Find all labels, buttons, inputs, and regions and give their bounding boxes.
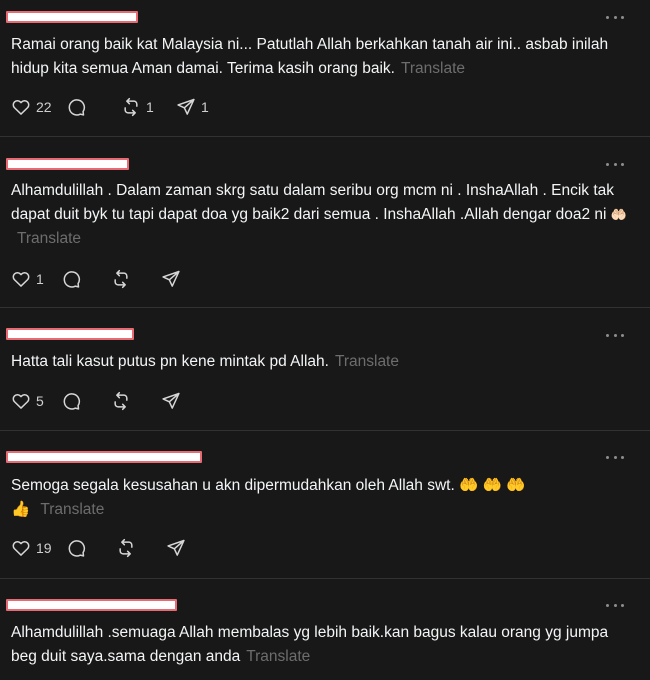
- more-dot-icon: [613, 15, 617, 19]
- send-icon: [162, 270, 180, 287]
- more-dot-icon: [621, 455, 624, 459]
- more-dot-icon: [606, 455, 609, 459]
- redacted-username: [6, 11, 138, 23]
- comment-icon: [63, 393, 81, 410]
- repost-button[interactable]: [111, 391, 161, 411]
- like-count: 5: [36, 393, 44, 409]
- comment-icon: [68, 99, 86, 116]
- post-actions: 22 1 1: [11, 97, 231, 117]
- share-count: 1: [201, 99, 209, 115]
- threads-reply-feed: Ramai orang baik kat Malaysia ni... Patu…: [0, 0, 650, 680]
- send-icon: [162, 392, 180, 409]
- more-options-button[interactable]: [606, 159, 624, 169]
- redacted-username: [6, 451, 202, 463]
- like-button[interactable]: 1: [11, 269, 61, 289]
- post-actions: 5: [11, 391, 211, 411]
- reply-button[interactable]: [61, 269, 111, 289]
- repost-button[interactable]: 1: [121, 97, 176, 117]
- post-body: Hatta tali kasut putus pn kene mintak pd…: [11, 353, 329, 370]
- like-button[interactable]: 22: [11, 97, 66, 117]
- like-count: 19: [36, 540, 52, 556]
- comment-icon: [63, 271, 81, 288]
- emoji-hands: 🤲🏻: [610, 207, 627, 222]
- translate-link[interactable]: Translate: [401, 60, 465, 77]
- translate-link[interactable]: Translate: [335, 353, 399, 370]
- send-icon: [167, 539, 185, 556]
- post-actions: 19: [11, 538, 216, 558]
- post-actions: 1: [11, 269, 211, 289]
- post-body: Ramai orang baik kat Malaysia ni... Patu…: [11, 36, 609, 77]
- translate-link[interactable]: Translate: [246, 648, 310, 665]
- more-options-button[interactable]: [606, 330, 624, 340]
- repost-icon: [114, 269, 128, 289]
- heart-icon: [12, 393, 30, 409]
- share-button[interactable]: 1: [176, 97, 231, 117]
- more-dot-icon: [613, 455, 617, 459]
- redacted-username: [6, 599, 177, 611]
- like-button[interactable]: 19: [11, 538, 66, 558]
- translate-link[interactable]: Translate: [17, 230, 81, 247]
- more-dot-icon: [621, 333, 624, 337]
- more-dot-icon: [621, 603, 624, 607]
- reply-post: Alhamdulillah . Dalam zaman skrg satu da…: [0, 137, 650, 308]
- share-button[interactable]: [166, 538, 216, 558]
- reply-post: Ramai orang baik kat Malaysia ni... Patu…: [0, 0, 650, 137]
- post-text: Ramai orang baik kat Malaysia ni... Patu…: [11, 33, 631, 81]
- reply-button[interactable]: [66, 538, 116, 558]
- repost-button[interactable]: [116, 538, 166, 558]
- more-options-button[interactable]: [606, 600, 624, 610]
- more-dot-icon: [613, 333, 617, 337]
- like-count: 22: [36, 99, 52, 115]
- post-text: Alhamdulillah . Dalam zaman skrg satu da…: [11, 179, 631, 251]
- more-dot-icon: [606, 333, 609, 337]
- more-dot-icon: [621, 162, 624, 166]
- reply-post: Hatta tali kasut putus pn kene mintak pd…: [0, 308, 650, 431]
- share-button[interactable]: [161, 269, 211, 289]
- more-options-button[interactable]: [606, 452, 624, 462]
- repost-button[interactable]: [111, 269, 161, 289]
- repost-count: 1: [146, 99, 154, 115]
- more-dot-icon: [613, 603, 617, 607]
- repost-icon: [114, 391, 128, 411]
- redacted-username: [6, 328, 134, 340]
- reply-button[interactable]: [61, 391, 111, 411]
- post-body: Alhamdulillah . Dalam zaman skrg satu da…: [11, 182, 615, 223]
- like-count: 1: [36, 271, 44, 287]
- more-dot-icon: [621, 15, 624, 19]
- more-dot-icon: [606, 162, 609, 166]
- reply-post: Alhamdulillah .semuaga Allah membalas yg…: [0, 579, 650, 680]
- heart-icon: [12, 99, 30, 115]
- emoji-thumbs-up: 👍: [11, 501, 31, 518]
- comment-icon: [68, 540, 86, 557]
- post-text: Hatta tali kasut putus pn kene mintak pd…: [11, 350, 631, 374]
- send-icon: [177, 98, 195, 115]
- repost-icon: [119, 538, 133, 558]
- translate-link[interactable]: Translate: [40, 501, 104, 518]
- more-dot-icon: [606, 603, 609, 607]
- share-button[interactable]: [161, 391, 211, 411]
- like-button[interactable]: 5: [11, 391, 61, 411]
- post-text: Semoga segala kesusahan u akn dipermudah…: [11, 474, 631, 522]
- heart-icon: [12, 540, 30, 556]
- reply-post: Semoga segala kesusahan u akn dipermudah…: [0, 431, 650, 579]
- more-options-button[interactable]: [606, 12, 624, 22]
- post-text: Alhamdulillah .semuaga Allah membalas yg…: [11, 621, 631, 669]
- reply-button[interactable]: [66, 97, 121, 117]
- more-dot-icon: [613, 162, 617, 166]
- heart-icon: [12, 271, 30, 287]
- post-body: Semoga segala kesusahan u akn dipermudah…: [11, 477, 526, 494]
- redacted-username: [6, 158, 129, 170]
- repost-icon: [124, 97, 138, 117]
- more-dot-icon: [606, 15, 609, 19]
